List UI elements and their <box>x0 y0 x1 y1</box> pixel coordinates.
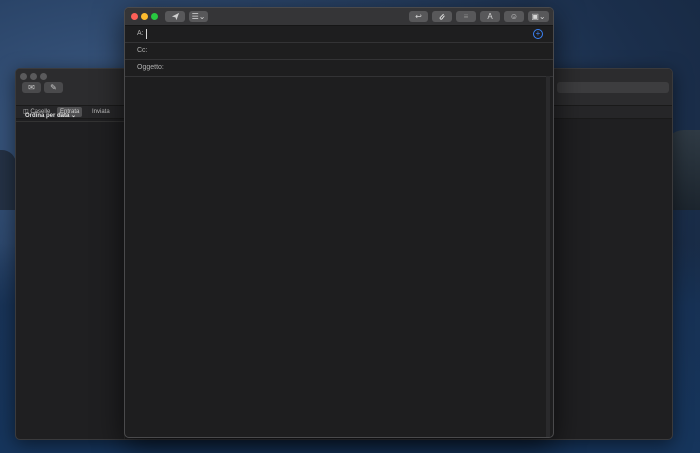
body-scrollbar[interactable] <box>546 76 550 437</box>
emoji-button[interactable]: ☺ <box>504 11 524 22</box>
compose-toolbar: ☰⌄ ↩ ≡ A ☺ ▣⌄ <box>125 8 553 26</box>
maximize-button[interactable] <box>151 13 158 20</box>
photo-icon: ▣⌄ <box>531 12 546 21</box>
list-divider <box>16 121 124 122</box>
cc-label: Cc: <box>137 47 148 54</box>
pencil-square-icon: ✎ <box>50 83 57 92</box>
paperclip-icon <box>439 13 445 20</box>
viewer-maximize-button[interactable] <box>40 73 47 80</box>
to-field[interactable]: A: + <box>125 26 553 43</box>
subject-field[interactable]: Oggetto: <box>125 60 553 77</box>
sort-by-date-menu[interactable]: Ordina per data ⌄ <box>25 112 76 119</box>
viewer-minimize-button[interactable] <box>30 73 37 80</box>
add-contact-button[interactable]: + <box>533 29 543 39</box>
font-button[interactable]: A <box>480 11 500 22</box>
envelope-icon: ✉ <box>28 83 35 92</box>
smiley-icon: ☺ <box>509 12 519 21</box>
format-bar-button[interactable]: ≡ <box>456 11 476 22</box>
reply-button[interactable]: ↩ <box>409 11 428 22</box>
attach-button[interactable] <box>432 11 452 22</box>
header-fields-button[interactable]: ☰⌄ <box>189 11 208 22</box>
subject-label: Oggetto: <box>137 64 164 71</box>
cc-field[interactable]: Cc: <box>125 43 553 60</box>
letter-a-icon: A <box>487 12 493 21</box>
close-button[interactable] <box>131 13 138 20</box>
to-label: A: <box>137 30 144 37</box>
plus-circle-icon: + <box>535 29 541 38</box>
photo-browser-button[interactable]: ▣⌄ <box>528 11 549 22</box>
search-field[interactable] <box>557 82 669 93</box>
paper-plane-icon <box>171 12 179 21</box>
get-mail-button[interactable]: ✉ <box>22 82 41 93</box>
text-caret <box>146 29 147 39</box>
chevron-down-icon: ⌄ <box>71 113 77 119</box>
compose-window[interactable]: ☰⌄ ↩ ≡ A ☺ ▣⌄ A: + Cc: Oggetto: <box>124 7 554 438</box>
favorite-sent[interactable]: Inviata <box>92 107 110 117</box>
compose-button[interactable]: ✎ <box>44 82 63 93</box>
viewer-close-button[interactable] <box>20 73 27 80</box>
send-button[interactable] <box>165 11 185 22</box>
list-chevron-icon: ☰⌄ <box>191 12 206 21</box>
desktop-background-rock-left <box>0 150 16 210</box>
format-bar-icon: ≡ <box>463 12 469 21</box>
message-body[interactable] <box>125 76 553 437</box>
reply-arrow-icon: ↩ <box>415 12 422 21</box>
minimize-button[interactable] <box>141 13 148 20</box>
